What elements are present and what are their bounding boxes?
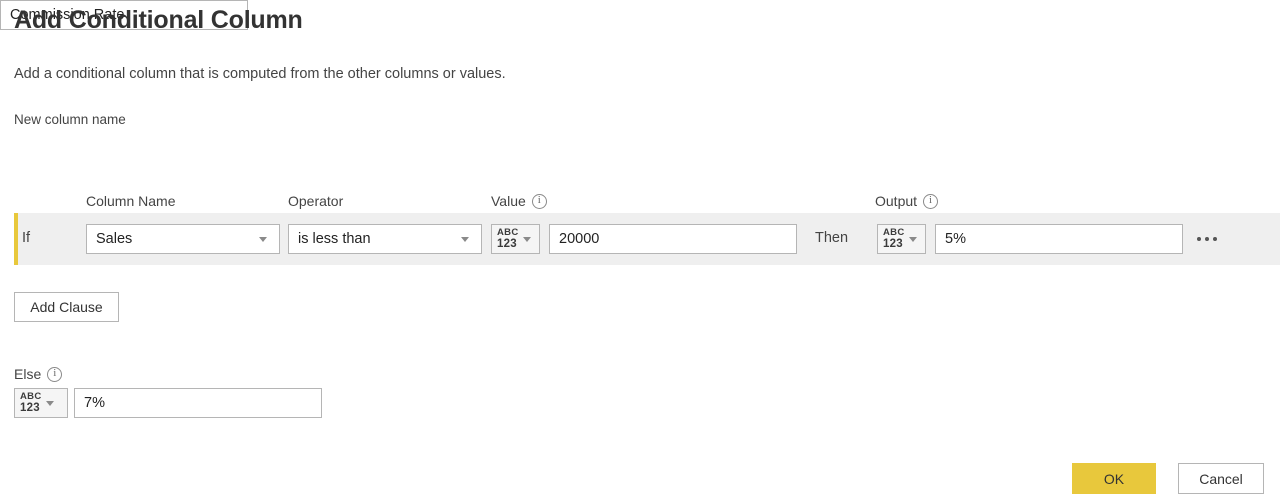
header-column-name: Column Name [86,193,175,209]
abc123-icon: ABC 123 [20,392,41,414]
clause-value-input[interactable] [549,224,797,254]
abc123-icon-abc: ABC [883,227,905,238]
clause-output-input[interactable] [935,224,1183,254]
clause-if-label: If [22,230,31,246]
ellipsis-icon-dot [1213,237,1217,241]
else-type-select[interactable]: ABC 123 [14,388,68,418]
clause-column-name-value: Sales [96,231,133,247]
output-info-icon[interactable] [923,193,939,209]
ellipsis-icon-dot [1197,237,1201,241]
abc123-icon-abc: ABC [20,391,42,402]
header-output: Output [875,193,939,209]
abc123-icon-num: 123 [497,237,517,250]
chevron-down-icon [259,236,267,242]
clause-more-options-button[interactable] [1190,227,1224,251]
add-clause-button[interactable]: Add Clause [14,292,119,322]
abc123-icon-num: 123 [20,401,40,414]
value-info-icon[interactable] [531,193,547,209]
header-value: Value [491,193,547,209]
else-label: Else [14,366,42,382]
chevron-down-icon [909,236,918,242]
abc123-icon-num: 123 [883,237,903,250]
ellipsis-icon-dot [1205,237,1209,241]
header-operator-label: Operator [288,193,344,209]
clause-output-type-select[interactable]: ABC 123 [877,224,926,254]
abc123-icon-abc: ABC [497,227,519,238]
else-label-group: Else [14,366,63,382]
page-description: Add a conditional column that is compute… [14,66,506,82]
clause-column-name-select[interactable]: Sales [86,224,280,254]
header-output-label: Output [875,193,918,209]
new-column-name-label: New column name [14,112,126,127]
header-column-name-label: Column Name [86,193,176,209]
clause-accent-bar [14,213,18,265]
chevron-down-icon [461,236,469,242]
chevron-down-icon [46,400,55,406]
abc123-icon: ABC 123 [497,228,518,250]
conditional-clause-row: If Sales is less than ABC 123 Then ABC 1… [14,213,1280,265]
clause-then-label: Then [815,230,849,246]
clause-operator-value: is less than [298,231,371,247]
clause-value-type-select[interactable]: ABC 123 [491,224,540,254]
else-value-input[interactable] [74,388,322,418]
chevron-down-icon [523,236,532,242]
cancel-button[interactable]: Cancel [1178,463,1264,494]
page-title: Add Conditional Column [14,6,303,34]
clause-operator-select[interactable]: is less than [288,224,482,254]
else-info-icon[interactable] [47,366,63,382]
header-operator: Operator [288,193,343,209]
abc123-icon: ABC 123 [883,228,904,250]
ok-button[interactable]: OK [1072,463,1156,494]
header-value-label: Value [491,193,526,209]
